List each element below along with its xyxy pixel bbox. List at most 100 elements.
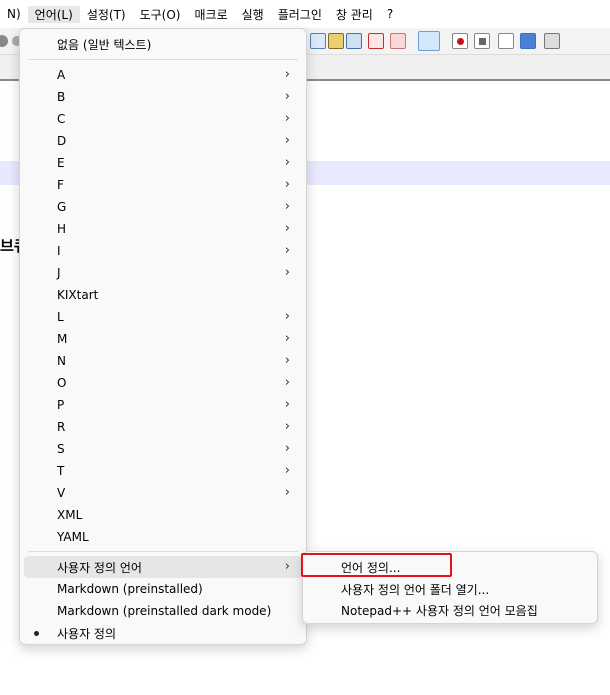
menu-item-help[interactable]: ? [380, 7, 400, 21]
menu-item-label: C [57, 112, 66, 126]
function-list-icon[interactable] [346, 33, 362, 49]
menu-item-markdown-preinstalled[interactable]: Markdown (preinstalled) [24, 578, 302, 600]
menu-item-letter-g[interactable]: G › [24, 196, 302, 218]
menu-item-language[interactable]: 언어(L) [27, 5, 80, 23]
menu-item-letter-r[interactable]: R › [24, 416, 302, 438]
run-macro-multiple-icon[interactable] [520, 33, 536, 49]
chevron-right-icon: › [284, 309, 290, 324]
menu-item-window[interactable]: 창 관리 [329, 6, 380, 23]
menu-item-label: H [57, 222, 67, 236]
menu-item-letter-p[interactable]: P › [24, 394, 302, 416]
menu-item-label: A [57, 68, 66, 82]
menu-item-plugins[interactable]: 플러그인 [271, 6, 329, 23]
menu-item-letter-o[interactable]: O › [24, 372, 302, 394]
menu-item-settings[interactable]: 설정(T) [80, 6, 133, 23]
menu-item-letter-j[interactable]: J › [24, 262, 302, 284]
chevron-right-icon: › [284, 155, 290, 170]
menu-item-letter-h[interactable]: H › [24, 218, 302, 240]
monitoring-icon[interactable] [390, 33, 406, 49]
chevron-right-icon: › [284, 463, 290, 478]
chevron-right-icon: › [284, 265, 290, 280]
menu-item-view-partial[interactable]: N) [0, 7, 28, 21]
chevron-right-icon: › [284, 485, 290, 500]
menu-item-label: O [57, 376, 67, 390]
submenu-item-label: 사용자 정의 언어 폴더 열기... [341, 582, 490, 597]
folder-workspace-icon[interactable] [368, 33, 384, 49]
menu-item-letter-v[interactable]: V › [24, 482, 302, 504]
menu-item-label: S [57, 442, 65, 456]
menu-item-letter-n[interactable]: N › [24, 350, 302, 372]
menu-item-letter-t[interactable]: T › [24, 460, 302, 482]
menu-item-letter-i[interactable]: I › [24, 240, 302, 262]
menu-item-letter-d[interactable]: D › [24, 130, 302, 152]
selected-bullet-icon [34, 631, 39, 636]
menu-item-macro[interactable]: 매크로 [187, 6, 234, 23]
submenu-item-open-udl-folder[interactable]: 사용자 정의 언어 폴더 열기... [307, 578, 593, 600]
chevron-right-icon: › [284, 397, 290, 412]
wrap-icon[interactable] [310, 33, 326, 49]
menu-item-letter-b[interactable]: B › [24, 86, 302, 108]
menu-item-label: Markdown (preinstalled) [57, 582, 203, 596]
submenu-item-udl-collection[interactable]: Notepad++ 사용자 정의 언어 모음집 [307, 599, 593, 621]
menu-item-xml[interactable]: XML [24, 504, 302, 526]
menu-item-user-defined-language[interactable]: 사용자 정의 언어 › [24, 556, 302, 578]
menu-item-label: I [57, 244, 61, 258]
menu-item-label: Markdown (preinstalled dark mode) [57, 604, 272, 618]
menu-item-label: M [57, 332, 68, 346]
doc-map-icon[interactable] [328, 33, 344, 49]
chevron-right-icon: › [284, 221, 290, 236]
chevron-right-icon: › [284, 559, 290, 574]
menu-item-label: G [57, 200, 67, 214]
menu-item-yaml[interactable]: YAML [24, 526, 302, 548]
menu-item-none-plain-text[interactable]: 없음 (일반 텍스트) [24, 33, 302, 55]
menubar: N) 언어(L) 설정(T) 도구(O) 매크로 실행 플러그인 창 관리 ? [0, 0, 610, 28]
chevron-right-icon: › [284, 67, 290, 82]
highlight-box [301, 553, 452, 577]
save-macro-icon[interactable] [544, 33, 560, 49]
menu-item-label: 사용자 정의 언어 [57, 560, 142, 575]
menu-item-user-defined-selected[interactable]: 사용자 정의 [24, 622, 302, 644]
menu-item-letter-e[interactable]: E › [24, 152, 302, 174]
menu-item-letter-a[interactable]: A › [24, 64, 302, 86]
menu-item-label: D [57, 134, 67, 148]
menu-item-label: F [57, 178, 64, 192]
chevron-right-icon: › [284, 441, 290, 456]
chevron-right-icon: › [284, 375, 290, 390]
chevron-right-icon: › [284, 199, 290, 214]
play-macro-icon[interactable] [498, 33, 514, 49]
eye-icon[interactable] [418, 31, 440, 51]
chevron-right-icon: › [284, 89, 290, 104]
menu-item-label: N [57, 354, 66, 368]
chevron-right-icon: › [284, 419, 290, 434]
menu-item-letter-l[interactable]: L › [24, 306, 302, 328]
menu-item-run[interactable]: 실행 [235, 6, 271, 23]
menu-item-label: L [57, 310, 64, 324]
menu-item-label: KIXtart [57, 288, 99, 302]
menu-item-label: 사용자 정의 [57, 626, 117, 641]
menu-item-tools[interactable]: 도구(O) [133, 6, 188, 23]
menu-item-letter-c[interactable]: C › [24, 108, 302, 130]
menu-separator [28, 551, 298, 552]
menu-item-markdown-dark-mode[interactable]: Markdown (preinstalled dark mode) [24, 600, 302, 622]
menu-item-label: P [57, 398, 65, 412]
menu-item-kixtart[interactable]: KIXtart [24, 284, 302, 306]
menu-item-label: YAML [57, 530, 89, 544]
menu-item-letter-f[interactable]: F › [24, 174, 302, 196]
menu-item-label: T [57, 464, 65, 478]
language-menu: 없음 (일반 텍스트) A › B › C › D › E › F › G › … [19, 28, 307, 645]
chevron-right-icon: › [284, 243, 290, 258]
menu-item-letter-s[interactable]: S › [24, 438, 302, 460]
menu-item-label: R [57, 420, 66, 434]
chevron-right-icon: › [284, 331, 290, 346]
menu-item-label: B [57, 90, 66, 104]
chevron-right-icon: › [284, 111, 290, 126]
menu-item-label: 없음 (일반 텍스트) [57, 37, 152, 52]
toolbar-icon-partial[interactable] [0, 35, 8, 47]
record-macro-icon[interactable] [452, 33, 468, 49]
menu-item-label: J [57, 266, 61, 280]
chevron-right-icon: › [284, 133, 290, 148]
menu-item-letter-m[interactable]: M › [24, 328, 302, 350]
stop-macro-icon[interactable] [474, 33, 490, 49]
chevron-right-icon: › [284, 177, 290, 192]
menu-item-label: V [57, 486, 66, 500]
